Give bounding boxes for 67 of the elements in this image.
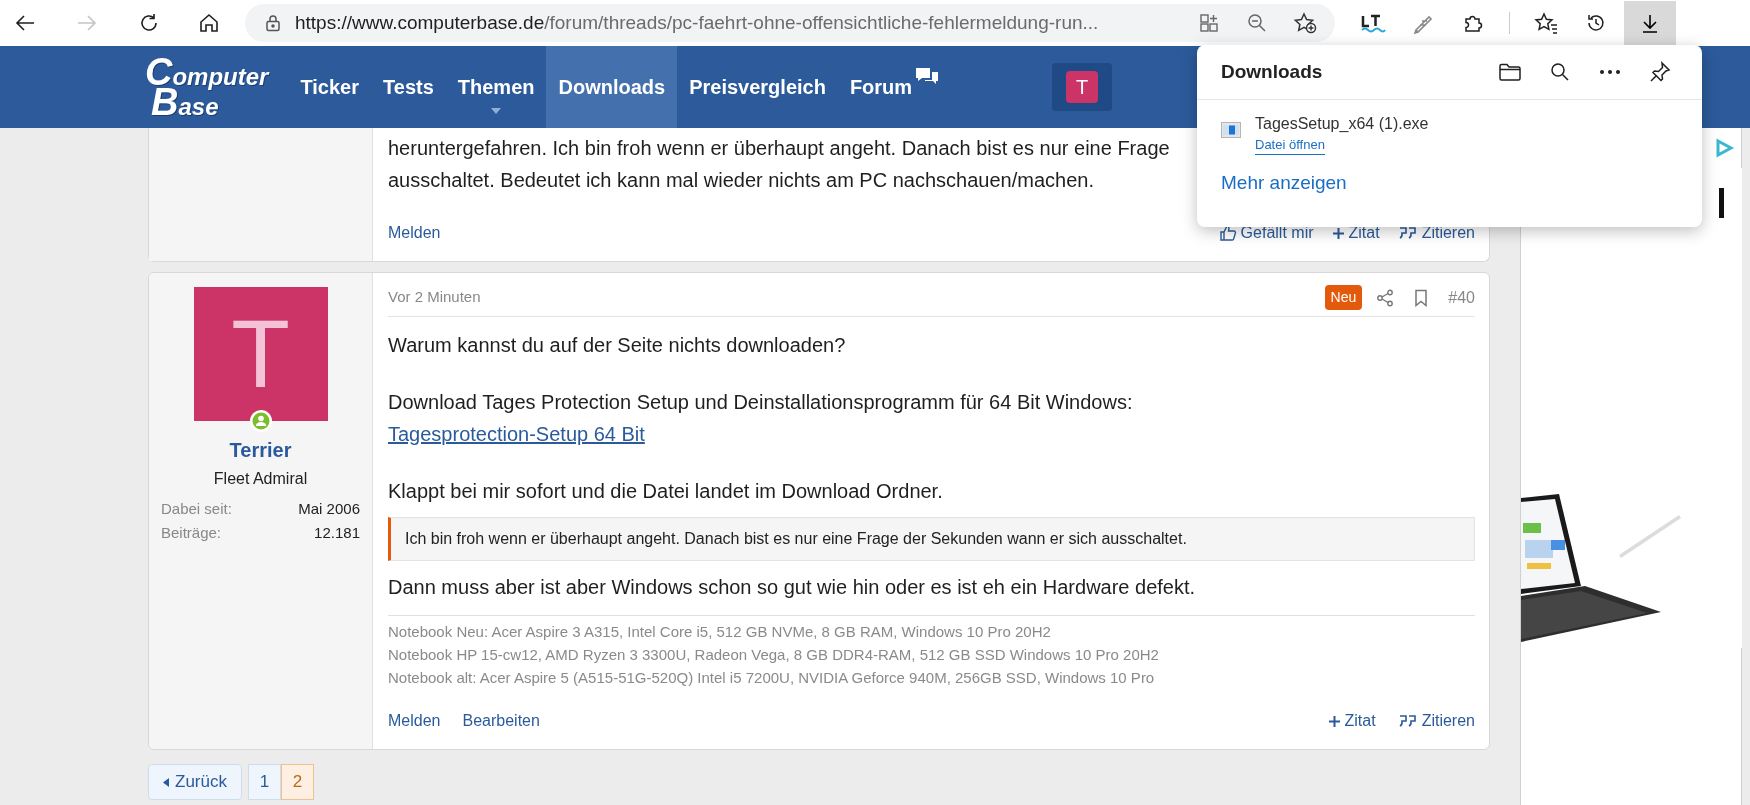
history-icon <box>1585 12 1607 34</box>
nav-tab[interactable]: Ticker <box>288 46 372 128</box>
plus-icon <box>1331 226 1345 240</box>
star-list-icon <box>1534 12 1558 34</box>
star-plus-icon <box>1293 12 1317 34</box>
quote-link[interactable]: Zitieren <box>1397 709 1475 733</box>
nav-tab[interactable]: Downloads <box>546 46 678 128</box>
stat-value: Mai 2006 <box>298 499 360 519</box>
page-button[interactable]: 2 <box>280 764 314 800</box>
bookmark-icon <box>1414 288 1429 307</box>
panel-title: Downloads <box>1221 59 1323 84</box>
url-text: https://www.computerbase.de/forum/threads/pc-faehrt-ohne-offensichtliche-fehlermeldung-run... <box>295 10 1099 35</box>
pin-icon <box>1649 61 1671 83</box>
lock-icon <box>265 14 281 32</box>
open-file-link[interactable]: Datei öffnen <box>1255 136 1325 155</box>
address-bar[interactable]: https://www.computerbase.de/forum/threads/pc-faehrt-ohne-offensichtliche-fehlermeldung-run... <box>245 4 1335 42</box>
post-text: Dann muss aber ist aber Windows schon so gut wie hin oder es ist eh ein Hardware defekt. <box>388 575 1197 600</box>
post-text: Klappt bei mir sofort und die Datei landet im Download Ordner. <box>388 479 944 504</box>
signature-line: Notebook HP 15-cw12, AMD Ryzen 3 3300U, Radeon Vega, 8 GB DDR4-RAM, 512 GB SSD Windows 10 Pro 20H2 <box>388 645 1160 665</box>
previous-page-button[interactable]: Zurück <box>148 764 242 800</box>
author-rank: Fleet Admiral <box>213 469 308 489</box>
page-button[interactable]: 1 <box>247 764 281 800</box>
nav-tab[interactable]: Themen <box>445 46 547 128</box>
letters-icon <box>1360 12 1386 34</box>
post-text: ausschaltet. Bedeutet ich kann mal wieder nichts am PC nachschauen/machen. <box>388 168 1094 193</box>
stat-label: Dabei seit: <box>161 499 232 519</box>
zoom-out-icon <box>1247 13 1267 33</box>
share-button[interactable] <box>1376 288 1395 307</box>
search-icon <box>1550 62 1570 82</box>
nav-tab[interactable]: Forum <box>837 46 925 128</box>
quote-block: Ich bin froh wenn er überhaupt angeht. Danach bist es nur eine Frage der Sekunden wann er sich ausschaltet. <box>388 517 1475 561</box>
plus-icon <box>1327 714 1341 728</box>
show-more-link[interactable]: Mehr anzeigen <box>1221 169 1347 198</box>
file-name: TagesSetup_x64 (1).exe <box>1255 114 1429 134</box>
grid-icon <box>1199 13 1219 33</box>
home-icon <box>198 12 220 34</box>
quote-icon <box>1397 714 1418 728</box>
author-name[interactable]: Terrier <box>229 435 292 465</box>
post-text: Warum kannst du auf der Seite nichts downloaden? <box>388 333 847 358</box>
folder-icon <box>1498 61 1522 83</box>
quote-link[interactable]: Zitat <box>1327 709 1376 733</box>
post-number[interactable]: #40 <box>1448 285 1475 310</box>
refresh-icon <box>138 12 160 34</box>
downloads-button[interactable] <box>1624 1 1676 45</box>
thumbs-up-icon <box>1218 224 1237 242</box>
caret-icon <box>163 777 169 787</box>
site-logo[interactable]: Computer Base <box>145 46 269 128</box>
stat-value: 12.181 <box>314 523 360 543</box>
signature-line: Notebook Neu: Acer Aspire 3 A315, Intel Core i5, 512 GB NVMe, 8 GB RAM, Windows 10 Pro 20H2 <box>388 622 1052 642</box>
quote-icon <box>1397 226 1418 240</box>
nav-tab[interactable]: Preisvergleich <box>677 46 838 128</box>
bookmark-button[interactable] <box>1414 288 1429 307</box>
nav-tab[interactable]: Tests <box>371 46 446 128</box>
report-link[interactable]: Melden <box>388 709 441 733</box>
new-badge: Neu <box>1324 285 1363 310</box>
post-text: heruntergefahren. Ich bin froh wenn er überhaupt angeht. Danach bist es nur eine Frage <box>388 136 1170 161</box>
post-time: Vor 2 Minuten <box>388 287 481 308</box>
file-icon <box>1221 122 1241 138</box>
user-avatar[interactable]: T <box>1066 71 1099 103</box>
edit-link[interactable]: Bearbeiten <box>462 709 540 733</box>
post-text: Download Tages Protection Setup und Deinstallationsprogramm für 64 Bit Windows: <box>388 390 1134 415</box>
signature-line: Notebook alt: Acer Aspire 5 (A515-51G-520Q) Intel i5 7200U, NVIDIA Geforce 940M, 256GB SSD, Windows 10 Pro <box>388 668 1156 688</box>
share-icon <box>1376 288 1395 307</box>
download-link[interactable]: Tagesprotection-Setup 64 Bit <box>388 418 645 450</box>
report-link[interactable]: Melden <box>388 221 441 245</box>
stat-label: Beiträge: <box>161 523 222 543</box>
more-icon <box>1599 69 1621 75</box>
